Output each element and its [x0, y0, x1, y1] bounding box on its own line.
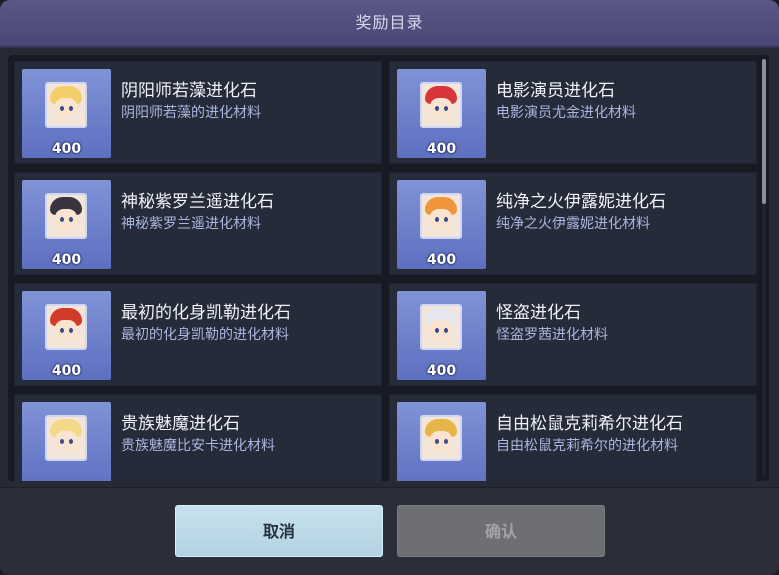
reward-quantity: 400: [51, 141, 82, 157]
portrait-face: [55, 98, 77, 118]
reward-thumbnail: 400: [22, 180, 111, 269]
portrait-eye: [435, 439, 439, 444]
reward-item[interactable]: 自由松鼠克莉希尔进化石 自由松鼠克莉希尔的进化材料: [389, 394, 757, 481]
character-portrait-icon: [420, 193, 462, 239]
reward-name: 自由松鼠克莉希尔进化石: [496, 414, 683, 434]
reward-quantity: 400: [426, 252, 457, 268]
reward-list-frame: 400 阴阳师若藻进化石 阴阳师若藻的进化材料 400 电影演员进化石 电影演员…: [8, 55, 769, 481]
dialog-title: 奖励目录: [0, 0, 779, 48]
portrait-eye: [69, 328, 73, 333]
reward-description: 神秘紫罗兰遥进化材料: [121, 216, 261, 232]
character-portrait-icon: [45, 415, 87, 461]
reward-item[interactable]: 400 电影演员进化石 电影演员尤金进化材料: [389, 61, 757, 164]
reward-name: 最初的化身凯勒进化石: [121, 303, 291, 323]
reward-thumbnail: 400: [397, 180, 486, 269]
reward-item[interactable]: 400 神秘紫罗兰遥进化石 神秘紫罗兰遥进化材料: [14, 172, 382, 275]
portrait-face: [430, 320, 452, 340]
portrait-eye: [60, 106, 64, 111]
reward-description: 阴阳师若藻的进化材料: [121, 105, 261, 121]
portrait-eye: [435, 217, 439, 222]
reward-item[interactable]: 400 最初的化身凯勒进化石 最初的化身凯勒的进化材料: [14, 283, 382, 386]
portrait-eye: [69, 217, 73, 222]
dialog-footer: 取消 确认: [0, 487, 779, 575]
portrait-face: [55, 431, 77, 451]
reward-name: 电影演员进化石: [496, 81, 615, 101]
reward-thumbnail: 400: [397, 291, 486, 380]
reward-description: 纯净之火伊露妮进化材料: [496, 216, 650, 232]
reward-name: 阴阳师若藻进化石: [121, 81, 257, 101]
portrait-eye: [60, 217, 64, 222]
portrait-eye: [444, 439, 448, 444]
portrait-eye: [60, 439, 64, 444]
portrait-face: [55, 320, 77, 340]
portrait-eye: [444, 328, 448, 333]
portrait-eye: [435, 328, 439, 333]
reward-thumbnail: [397, 402, 486, 481]
reward-quantity: 400: [426, 363, 457, 379]
portrait-eye: [69, 106, 73, 111]
reward-thumbnail: 400: [22, 69, 111, 158]
character-portrait-icon: [45, 82, 87, 128]
reward-name: 神秘紫罗兰遥进化石: [121, 192, 274, 212]
portrait-eye: [444, 217, 448, 222]
reward-thumbnail: 400: [22, 291, 111, 380]
reward-description: 最初的化身凯勒的进化材料: [121, 327, 289, 343]
character-portrait-icon: [45, 304, 87, 350]
reward-quantity: 400: [426, 141, 457, 157]
portrait-eye: [60, 328, 64, 333]
reward-item[interactable]: 400 怪盗进化石 怪盗罗茜进化材料: [389, 283, 757, 386]
character-portrait-icon: [45, 193, 87, 239]
portrait-eye: [69, 439, 73, 444]
reward-description: 自由松鼠克莉希尔的进化材料: [496, 438, 678, 454]
reward-description: 贵族魅魔比安卡进化材料: [121, 438, 275, 454]
cancel-button[interactable]: 取消: [175, 505, 383, 557]
portrait-face: [55, 209, 77, 229]
list-scrollbar[interactable]: [762, 59, 766, 477]
confirm-button[interactable]: 确认: [397, 505, 605, 557]
reward-name: 贵族魅魔进化石: [121, 414, 240, 434]
scrollbar-thumb[interactable]: [762, 59, 766, 204]
reward-thumbnail: 400: [397, 69, 486, 158]
portrait-eye: [444, 106, 448, 111]
character-portrait-icon: [420, 82, 462, 128]
reward-description: 怪盗罗茜进化材料: [496, 327, 608, 343]
portrait-face: [430, 209, 452, 229]
reward-item[interactable]: 贵族魅魔进化石 贵族魅魔比安卡进化材料: [14, 394, 382, 481]
portrait-eye: [435, 106, 439, 111]
reward-name: 纯净之火伊露妮进化石: [496, 192, 666, 212]
reward-quantity: 400: [51, 363, 82, 379]
character-portrait-icon: [420, 415, 462, 461]
reward-list[interactable]: 400 阴阳师若藻进化石 阴阳师若藻的进化材料 400 电影演员进化石 电影演员…: [8, 55, 769, 481]
reward-description: 电影演员尤金进化材料: [496, 105, 636, 121]
portrait-face: [430, 98, 452, 118]
character-portrait-icon: [420, 304, 462, 350]
reward-catalog-dialog: 奖励目录 400 阴阳师若藻进化石 阴阳师若藻的进化材料 400 电影演员进化石…: [0, 0, 779, 575]
reward-name: 怪盗进化石: [496, 303, 581, 323]
reward-thumbnail: [22, 402, 111, 481]
reward-quantity: 400: [51, 252, 82, 268]
reward-item[interactable]: 400 阴阳师若藻进化石 阴阳师若藻的进化材料: [14, 61, 382, 164]
reward-item[interactable]: 400 纯净之火伊露妮进化石 纯净之火伊露妮进化材料: [389, 172, 757, 275]
portrait-face: [430, 431, 452, 451]
